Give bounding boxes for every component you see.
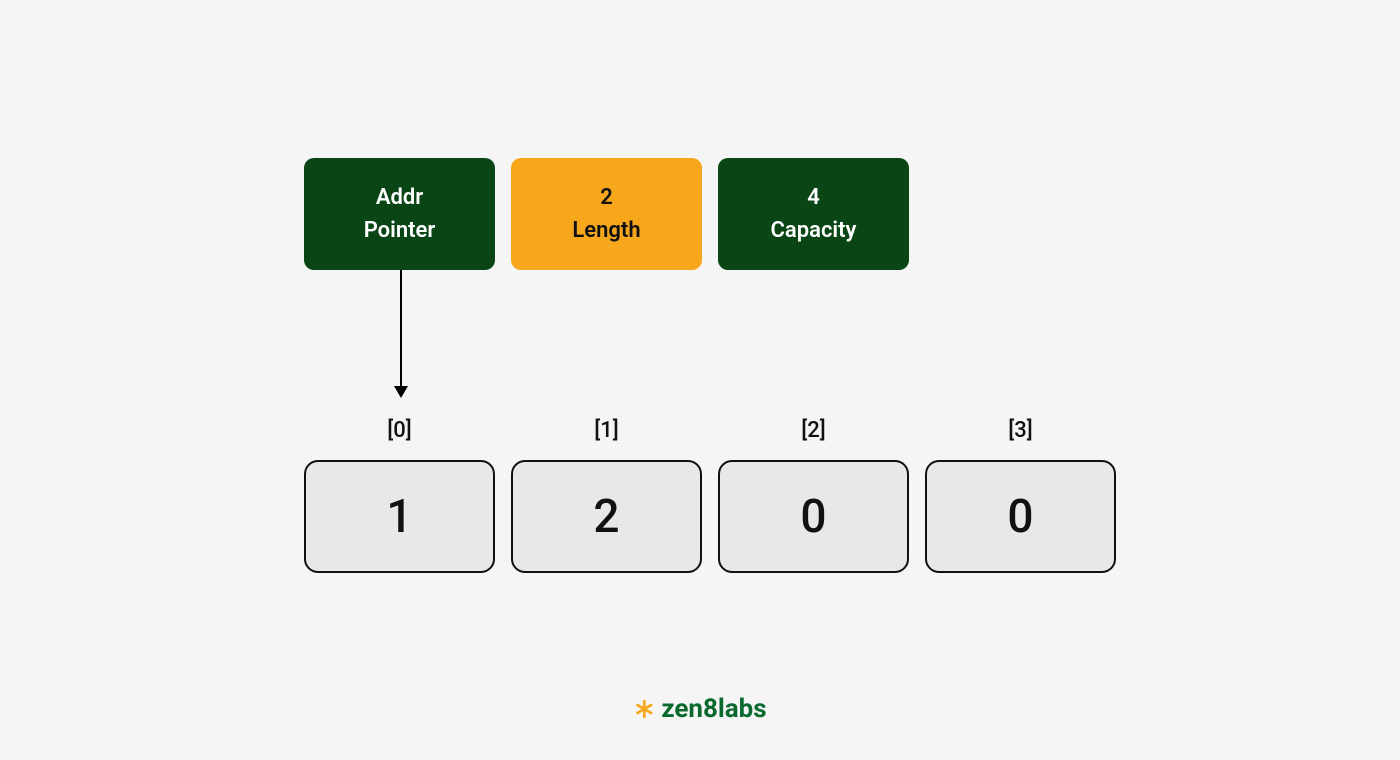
index-1: [1] xyxy=(511,418,702,443)
length-card: 2 Length xyxy=(511,158,702,270)
array-cell-1: 2 xyxy=(511,460,702,573)
array-cell-2: 0 xyxy=(718,460,909,573)
brand-name: zen8labs xyxy=(661,694,766,724)
array-cell-0: 1 xyxy=(304,460,495,573)
brand-logo: zen8labs xyxy=(633,694,766,724)
capacity-card: 4 Capacity xyxy=(718,158,909,270)
addr-label: Pointer xyxy=(364,214,436,247)
index-0: [0] xyxy=(304,418,495,443)
index-3: [3] xyxy=(925,418,1116,443)
index-row: [0] [1] [2] [3] xyxy=(304,418,1116,443)
length-value: 2 xyxy=(600,181,613,214)
pointer-arrow xyxy=(400,270,402,396)
slice-header-row: Addr Pointer 2 Length 4 Capacity xyxy=(304,158,909,270)
array-cell-3: 0 xyxy=(925,460,1116,573)
index-2: [2] xyxy=(718,418,909,443)
array-row: 1 2 0 0 xyxy=(304,460,1116,573)
length-label: Length xyxy=(572,214,640,247)
capacity-value: 4 xyxy=(807,181,820,214)
asterisk-icon xyxy=(633,698,655,720)
addr-value: Addr xyxy=(376,181,423,214)
addr-pointer-card: Addr Pointer xyxy=(304,158,495,270)
capacity-label: Capacity xyxy=(771,214,857,247)
